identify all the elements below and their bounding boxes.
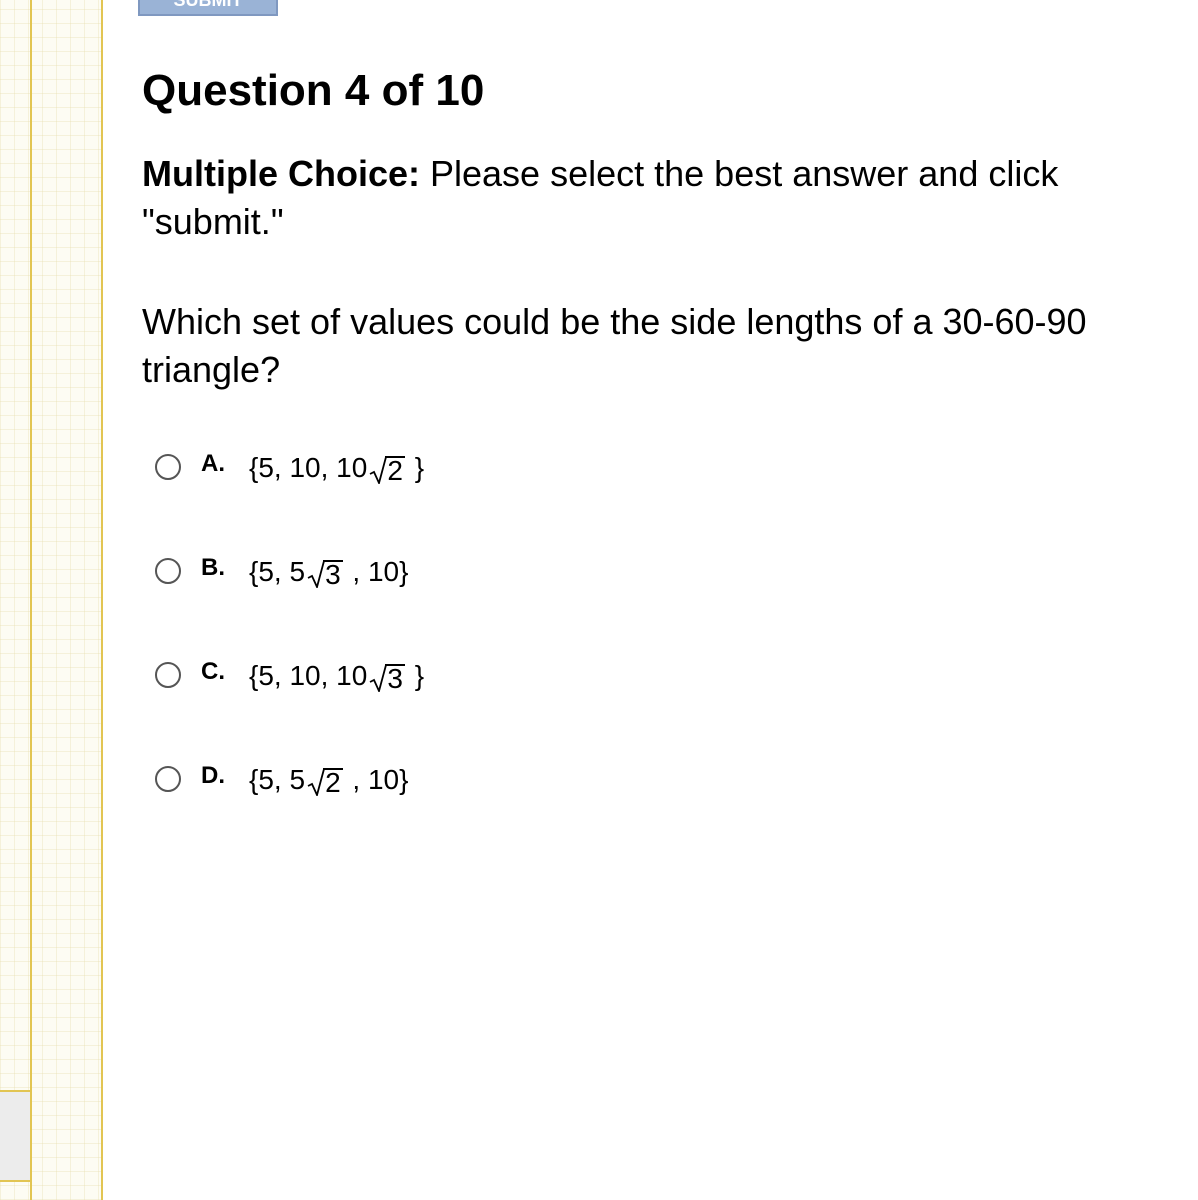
quiz-page: SUBMIT Question 4 of 10 Multiple Choice:…	[0, 0, 1198, 1200]
choice-value: {5, 10, 10 3 }	[249, 660, 425, 694]
radicand: 2	[323, 767, 343, 798]
choice-value: {5, 5 3 , 10}	[249, 556, 409, 590]
radicand: 3	[323, 559, 343, 590]
choice-value-start: {5, 10, 10	[249, 452, 368, 483]
square-root: 2	[307, 767, 343, 798]
choice-value-end: }	[406, 452, 425, 483]
question-prompt: Which set of values could be the side le…	[142, 301, 1087, 390]
choice-letter: A.	[201, 450, 225, 477]
question-title: Question 4 of 10	[142, 66, 485, 115]
choice-value-start: {5, 10, 10	[249, 660, 368, 691]
radio-button[interactable]	[155, 766, 181, 792]
left-rail	[0, 0, 103, 1200]
choice-value: {5, 10, 10 2 }	[249, 452, 425, 486]
radicand: 3	[385, 663, 405, 694]
square-root: 3	[369, 663, 405, 694]
choice-value-start: {5, 5	[249, 556, 306, 587]
answer-choices: A. {5, 10, 10 2 } B. {5, 5 3 , 10} C. {5…	[155, 448, 755, 864]
instructions-label: Multiple Choice:	[142, 153, 420, 194]
radicand: 2	[385, 455, 405, 486]
choice-value-end: , 10}	[344, 764, 409, 795]
choice-letter: D.	[201, 762, 225, 789]
square-root: 3	[307, 559, 343, 590]
radio-button[interactable]	[155, 454, 181, 480]
instructions: Multiple Choice: Please select the best …	[142, 150, 1172, 246]
choice-b[interactable]: B. {5, 5 3 , 10}	[155, 552, 755, 656]
submit-button[interactable]: SUBMIT	[138, 0, 278, 16]
left-rail-tab	[0, 1090, 32, 1182]
choice-c[interactable]: C. {5, 10, 10 3 }	[155, 656, 755, 760]
choice-value-end: , 10}	[344, 556, 409, 587]
choice-value-start: {5, 5	[249, 764, 306, 795]
choice-value-end: }	[406, 660, 425, 691]
choice-letter: B.	[201, 554, 225, 581]
left-rail-divider	[30, 0, 32, 1200]
square-root: 2	[369, 455, 405, 486]
choice-value: {5, 5 2 , 10}	[249, 764, 409, 798]
question-panel: Question 4 of 10 Multiple Choice: Please…	[142, 64, 1192, 394]
choice-a[interactable]: A. {5, 10, 10 2 }	[155, 448, 755, 552]
choice-d[interactable]: D. {5, 5 2 , 10}	[155, 760, 755, 864]
choice-letter: C.	[201, 658, 225, 685]
radio-button[interactable]	[155, 558, 181, 584]
radio-button[interactable]	[155, 662, 181, 688]
